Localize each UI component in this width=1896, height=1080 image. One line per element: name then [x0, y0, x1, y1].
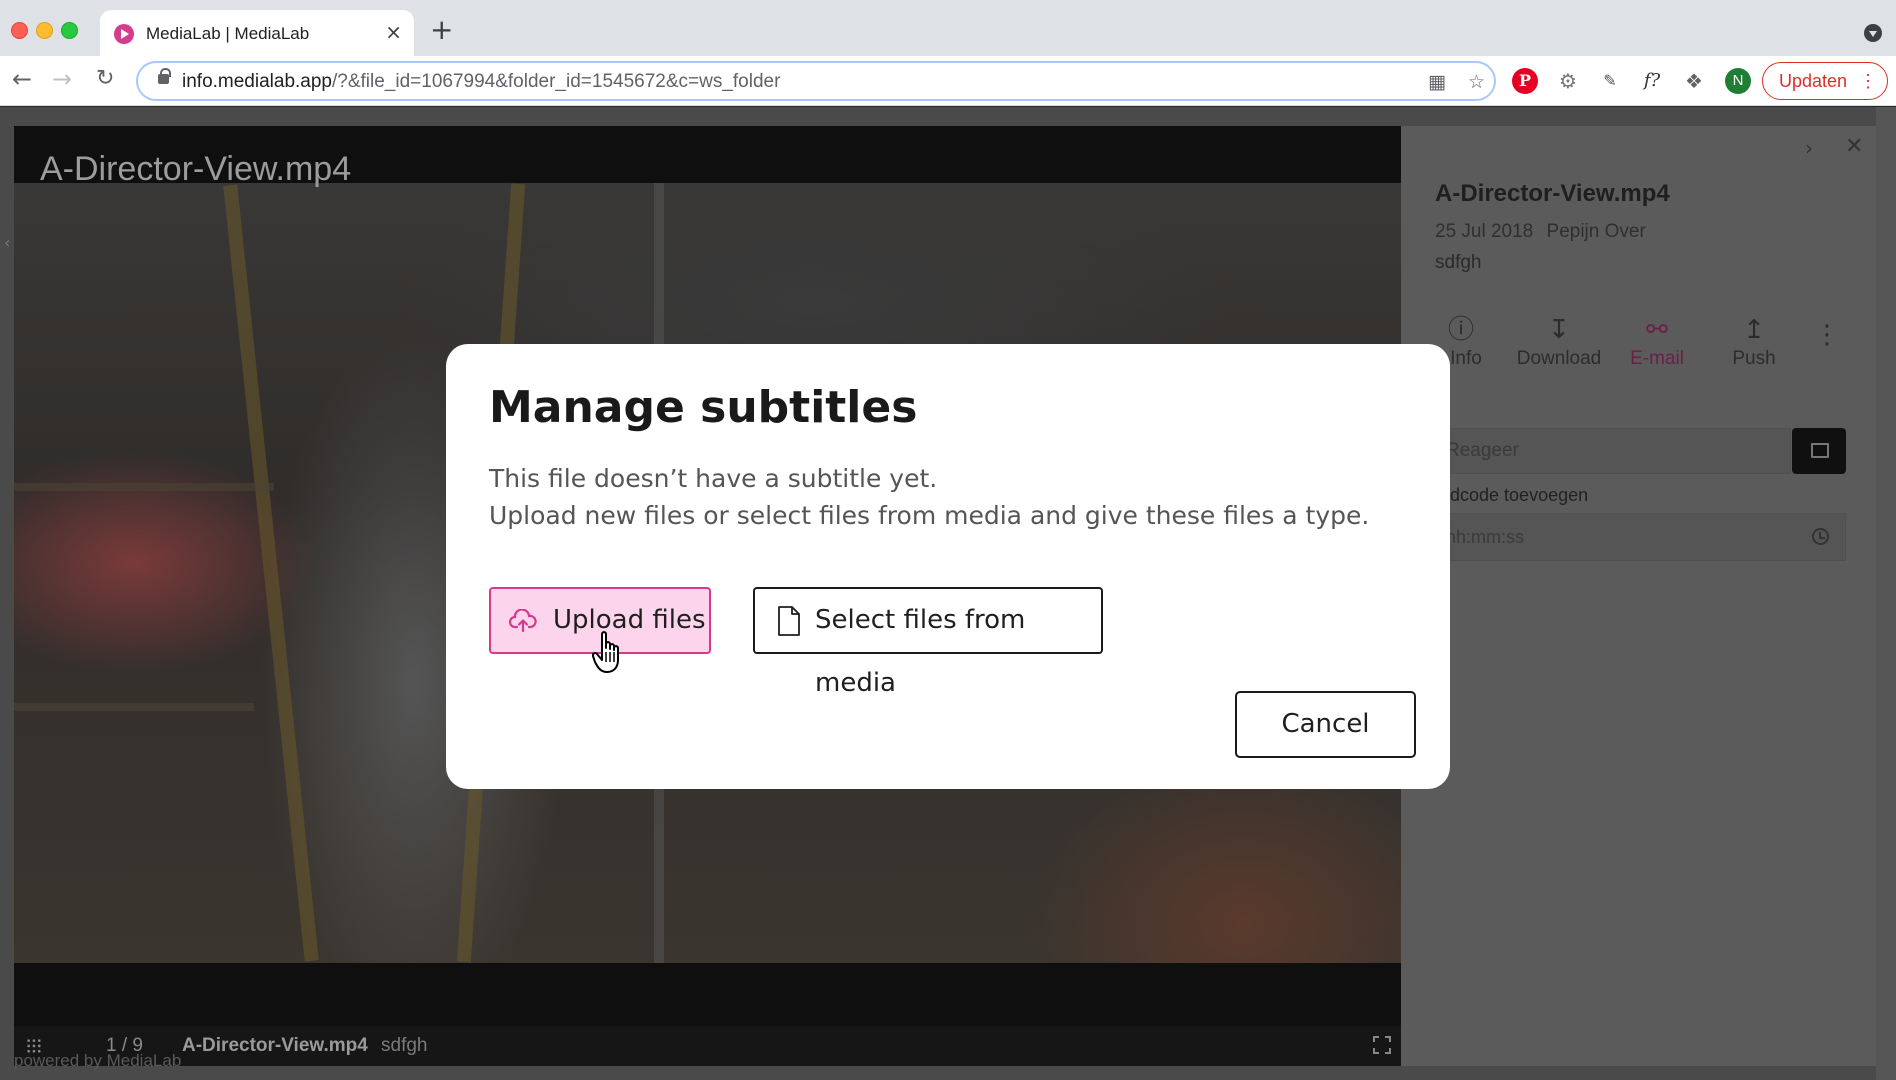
browser-toolbar: ← → ↻ info.medialab.app/?&file_id=106799…	[0, 56, 1896, 106]
dialog-message-line1: This file doesn’t have a subtitle yet.	[489, 464, 938, 493]
back-arrow-icon[interactable]: ←	[12, 64, 32, 94]
email-action[interactable]: ⚯ E-mail	[1609, 314, 1705, 370]
page-edge	[1876, 107, 1896, 1080]
medialab-favicon-icon	[114, 24, 134, 44]
video-scene-shelf	[14, 483, 274, 491]
url-text[interactable]: info.medialab.app/?&file_id=1067994&fold…	[182, 71, 780, 93]
bookmark-star-icon[interactable]: ☆	[1468, 71, 1485, 93]
forward-arrow-icon[interactable]: →	[52, 64, 72, 94]
dialog-message-line2: Upload new files or select files from me…	[489, 501, 1370, 530]
panel-author: Pepijn Over	[1546, 221, 1646, 242]
push-action[interactable]: ↥ Push	[1713, 314, 1795, 370]
chevron-right-icon[interactable]: ›	[1805, 136, 1813, 160]
timecode-placeholder: hh:mm:ss	[1446, 527, 1525, 547]
url-host: info.medialab.app	[182, 71, 332, 92]
download-label: Download	[1516, 348, 1602, 369]
panel-description: sdfgh	[1435, 252, 1482, 273]
window-zoom-button[interactable]	[61, 22, 78, 39]
more-vert-icon: ⋮	[1859, 71, 1877, 91]
cancel-button[interactable]: Cancel	[1235, 691, 1416, 758]
download-icon: ↧	[1548, 314, 1570, 344]
update-button[interactable]: Updaten ⋮	[1762, 62, 1888, 100]
timecode-input[interactable]: hh:mm:ss	[1431, 513, 1846, 561]
color-picker-icon[interactable]: ✎	[1597, 68, 1623, 94]
details-panel: › ✕ A-Director-View.mp4 25 Jul 2018 Pepi…	[1401, 126, 1876, 1066]
info-icon: ⓘ	[1447, 314, 1474, 344]
video-scene-pole	[223, 184, 319, 962]
qr-code-icon[interactable]: ▦	[1428, 71, 1446, 93]
bottom-filename: A-Director-View.mp4	[182, 1035, 368, 1056]
file-icon	[778, 606, 800, 636]
panel-meta: 25 Jul 2018 Pepijn Over	[1435, 221, 1646, 243]
send-comment-button[interactable]	[1792, 428, 1846, 474]
puzzle-icon[interactable]: ❖	[1681, 68, 1707, 94]
manage-subtitles-dialog: Manage subtitles This file doesn’t have …	[446, 344, 1450, 789]
lock-icon[interactable]	[158, 68, 171, 84]
window-minimize-button[interactable]	[36, 22, 53, 39]
share-icon: ⚯	[1646, 314, 1668, 344]
email-label: E-mail	[1630, 348, 1684, 369]
update-label: Updaten	[1779, 71, 1848, 91]
window-close-button[interactable]	[11, 22, 28, 39]
push-label: Push	[1732, 348, 1776, 369]
select-files-from-media-button[interactable]: Select files from media	[753, 587, 1103, 698]
video-overlay-title: A-Director-View.mp4	[40, 150, 352, 188]
upload-icon: ↥	[1743, 314, 1765, 344]
timecode-label[interactable]: tijdcode toevoegen	[1437, 485, 1588, 506]
bottom-description: sdfgh	[381, 1035, 428, 1056]
comment-input[interactable]: Reageer	[1431, 428, 1791, 474]
dialog-message: This file doesn’t have a subtitle yet. U…	[489, 460, 1369, 534]
fullscreen-icon[interactable]	[1372, 1035, 1392, 1055]
profile-avatar[interactable]: N	[1725, 68, 1751, 94]
tab-close-button[interactable]: ×	[385, 21, 402, 43]
new-tab-button[interactable]: +	[430, 16, 453, 44]
viewer-bottom-bar: 1 / 9 A-Director-View.mp4 sdfgh	[14, 1026, 1401, 1066]
download-action[interactable]: ↧ Download	[1495, 314, 1623, 370]
upload-files-label: Upload files	[553, 605, 706, 635]
clock-icon[interactable]	[1812, 528, 1829, 545]
tab-title: MediaLab | MediaLab	[146, 24, 310, 43]
url-path: /?&file_id=1067994&folder_id=1545672&c=w…	[332, 71, 781, 92]
font-identifier-icon[interactable]: f?	[1639, 68, 1665, 94]
address-bar[interactable]: info.medialab.app/?&file_id=1067994&fold…	[136, 61, 1496, 101]
close-icon[interactable]: ✕	[1845, 134, 1863, 159]
powered-by-text: powered by MediaLab	[14, 1051, 182, 1070]
gear-icon[interactable]: ⚙	[1555, 68, 1581, 94]
browser-tab-bar: MediaLab | MediaLab × +	[0, 0, 1896, 56]
cloud-upload-icon	[509, 609, 537, 633]
more-options-icon[interactable]: ⋮	[1814, 320, 1840, 350]
chevron-left-icon[interactable]: ‹	[4, 233, 10, 252]
panel-title: A-Director-View.mp4	[1435, 180, 1670, 207]
browser-tab[interactable]: MediaLab | MediaLab ×	[100, 10, 414, 56]
panel-date: 25 Jul 2018	[1435, 221, 1534, 242]
hand-cursor-icon	[592, 631, 619, 673]
dialog-title: Manage subtitles	[489, 382, 918, 433]
tab-search-icon[interactable]	[1864, 24, 1882, 42]
video-scene-shelf	[14, 703, 254, 711]
select-files-label: Select files from media	[815, 605, 1026, 698]
pinterest-icon[interactable]: P	[1512, 68, 1538, 94]
reload-icon[interactable]: ↻	[96, 64, 114, 94]
